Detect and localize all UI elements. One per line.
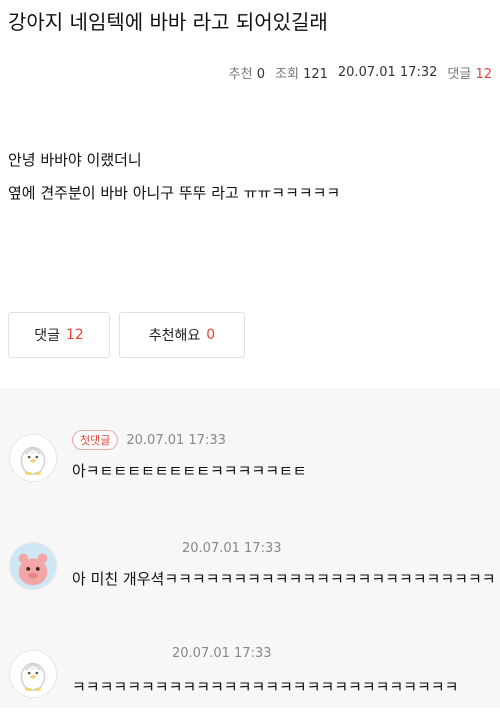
- recommend-button-label: 추천해요: [148, 328, 201, 344]
- penguin-avatar-icon[interactable]: [9, 434, 57, 482]
- comments-button-label: 댓글: [34, 328, 60, 344]
- comment-time: 20.07.01 17:33: [182, 540, 282, 556]
- post-body-line: 안녕 바바야 이랬더니: [8, 151, 142, 169]
- comment-header: 20.07.01 17:33: [182, 538, 282, 558]
- post-body: 안녕 바바야 이랬더니 옆에 견주분이 바바 아니구 뚜뚜 라고 ㅠㅠㅋㅋㅋㅋㅋ: [8, 144, 494, 210]
- post-body-line: 옆에 견주분이 바바 아니구 뚜뚜 라고 ㅠㅠㅋㅋㅋㅋㅋ: [8, 184, 341, 202]
- meta-comments-label: 댓글: [447, 67, 472, 82]
- comment-time: 20.07.01 17:33: [126, 432, 226, 448]
- post-meta: 추천 0 조회 121 20.07.01 17:32 댓글 12: [229, 63, 492, 82]
- meta-recommend-label: 추천: [228, 67, 253, 82]
- meta-views-count: 121: [303, 67, 328, 82]
- meta-views: 조회 121: [275, 63, 328, 82]
- comment-item: 20.07.01 17:33 아 미친 개우셕ㅋㅋㅋㅋㅋㅋㅋㅋㅋㅋㅋㅋㅋㅋㅋㅋㅋ…: [0, 528, 500, 608]
- meta-comments-count: 12: [475, 67, 492, 82]
- comment-item: 20.07.01 17:33 ㅋㅋㅋㅋㅋㅋㅋㅋㅋㅋㅋㅋㅋㅋㅋㅋㅋㅋㅋㅋㅋㅋㅋㅋㅋ…: [0, 638, 500, 718]
- comment-header: 20.07.01 17:33: [172, 643, 272, 663]
- recommend-button-count: 0: [206, 327, 216, 343]
- meta-recommend-count: 0: [256, 67, 265, 82]
- meta-date: 20.07.01 17:32: [337, 65, 438, 80]
- comment-time: 20.07.01 17:33: [172, 645, 272, 661]
- comment-text: 아 미친 개우셕ㅋㅋㅋㅋㅋㅋㅋㅋㅋㅋㅋㅋㅋㅋㅋㅋㅋㅋㅋㅋㅋㅋㅋㅋ: [72, 570, 496, 588]
- first-comment-badge: 첫댓글: [72, 430, 119, 450]
- pink-character-avatar-icon[interactable]: [9, 542, 57, 590]
- comment-item: 첫댓글 20.07.01 17:33 아ㅋㅌㅌㅌㅌㅌㅌㅌㅌㅋㅋㅋㅋㅋㅌㅌ: [0, 426, 500, 506]
- meta-recommend: 추천 0: [229, 63, 265, 82]
- comments-button[interactable]: 댓글 12: [8, 312, 110, 358]
- comment-list: 첫댓글 20.07.01 17:33 아ㅋㅌㅌㅌㅌㅌㅌㅌㅌㅋㅋㅋㅋㅋㅌㅌ 20.…: [0, 388, 500, 708]
- recommend-button[interactable]: 추천해요 0: [119, 312, 245, 358]
- comment-text: 아ㅋㅌㅌㅌㅌㅌㅌㅌㅌㅋㅋㅋㅋㅋㅌㅌ: [72, 462, 307, 480]
- meta-views-label: 조회: [275, 67, 299, 82]
- comments-button-count: 12: [65, 327, 84, 343]
- comment-header: 첫댓글 20.07.01 17:33: [72, 430, 226, 450]
- meta-comments[interactable]: 댓글 12: [447, 63, 492, 82]
- penguin-avatar-icon[interactable]: [9, 650, 57, 698]
- post-title: 강아지 네임텍에 바바 라고 되어있길래: [8, 10, 328, 34]
- comment-text: ㅋㅋㅋㅋㅋㅋㅋㅋㅋㅋㅋㅋㅋㅋㅋㅋㅋㅋㅋㅋㅋㅋㅋㅋㅋㅋㅋㅋ: [72, 678, 459, 696]
